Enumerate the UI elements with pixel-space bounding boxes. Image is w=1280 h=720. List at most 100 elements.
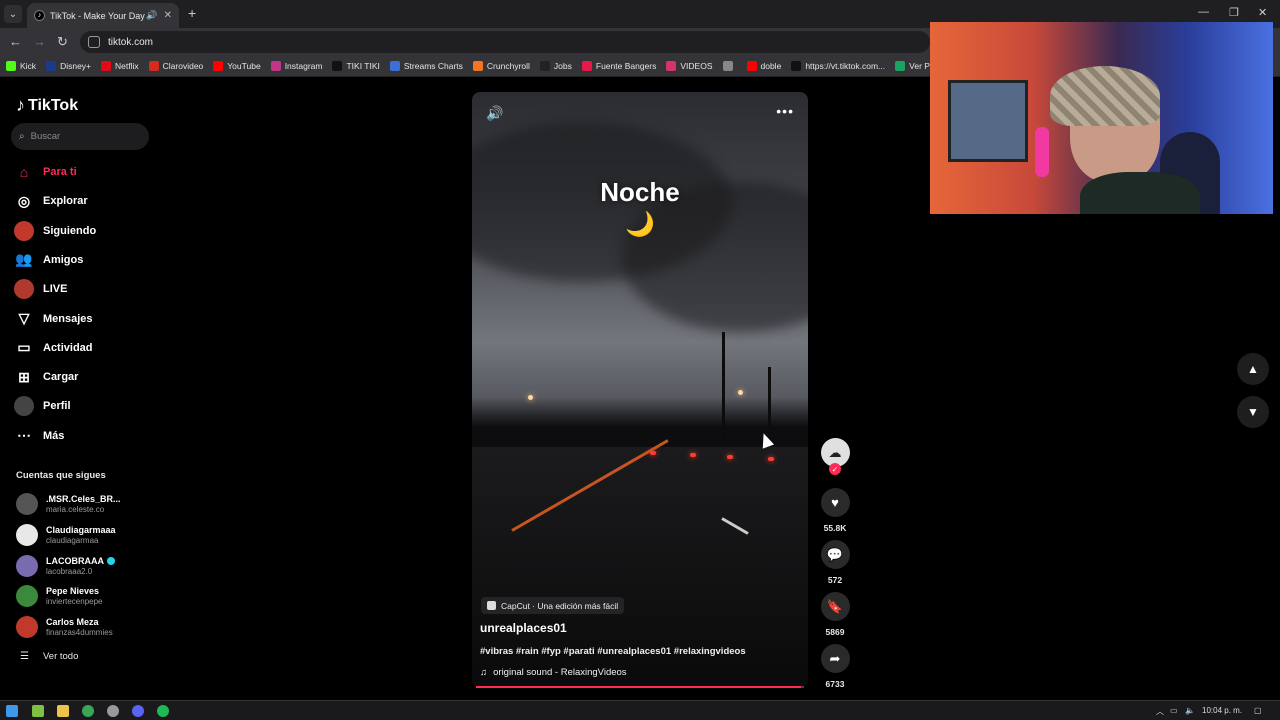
nav-item-explorar[interactable]: ◎ Explorar <box>14 190 88 212</box>
see-all-link[interactable]: ☰ Ver todo <box>20 651 78 662</box>
nav-item-mensajes[interactable]: ▽ Mensajes <box>14 308 93 330</box>
avatar <box>16 554 38 577</box>
chrome-icon[interactable] <box>82 705 94 717</box>
bookmark-favicon-icon <box>213 61 224 71</box>
address-text: tiktok.com <box>108 36 154 48</box>
lane-dash <box>721 517 749 535</box>
following-account[interactable]: .MSR.Celes_BR... maria.celeste.co <box>16 493 121 515</box>
following-account[interactable]: Claudiagarmaaa claudiagarmaa <box>16 523 116 546</box>
follow-check-icon[interactable]: ✓ <box>829 463 841 475</box>
previous-video-button[interactable]: ▲ <box>1237 353 1269 385</box>
nav-label: Siguiendo <box>43 224 97 237</box>
following-account[interactable]: Pepe Nieves inviertecenpepe <box>16 585 102 608</box>
bookmark-favicon-icon <box>101 61 112 71</box>
tiktok-logo[interactable]: ♪ TikTok <box>16 95 78 116</box>
comment-button[interactable]: 💬 572 <box>819 540 851 585</box>
nav-item-cargar[interactable]: ⊞ Cargar <box>14 366 78 388</box>
bookmark-item[interactable]: Netflix <box>101 61 139 71</box>
bookmark-item[interactable]: VIDEOS <box>666 61 713 71</box>
bookmark-item[interactable] <box>722 61 737 71</box>
bookmark-label: Instagram <box>284 61 323 71</box>
clock[interactable]: 10:04 p. m. <box>1202 706 1242 715</box>
nav-item-para-ti[interactable]: ⌂ Para ti <box>14 161 77 183</box>
new-tab-button[interactable]: + <box>188 5 196 21</box>
bookmark-label: Clarovideo <box>162 61 204 71</box>
bookmark-label: Crunchyroll <box>486 61 530 71</box>
account-name-text: Pepe Nieves <box>46 586 100 597</box>
app-icon[interactable] <box>32 705 44 717</box>
bookmark-label: Disney+ <box>60 61 92 71</box>
restore-icon[interactable]: ❐ <box>1229 6 1239 19</box>
nav-item-amigos[interactable]: 👥 Amigos <box>14 249 83 271</box>
file-explorer-icon[interactable] <box>57 705 69 717</box>
bookmark-item[interactable]: YouTube <box>213 61 261 71</box>
reload-icon[interactable]: ↻ <box>57 34 68 50</box>
like-button[interactable]: ♥ 55.8K <box>819 488 851 533</box>
bookmark-item[interactable]: Streams Charts <box>389 61 463 71</box>
tab-search-button[interactable]: ⌄ <box>4 5 22 23</box>
network-icon[interactable]: ▭ <box>1170 706 1178 715</box>
bookmark-item[interactable]: TIKI TIKI <box>332 61 380 71</box>
video-progress[interactable] <box>476 686 804 688</box>
bookmark-item[interactable]: doble <box>746 61 781 71</box>
site-info-icon[interactable] <box>88 36 100 48</box>
nav-label: Explorar <box>43 195 88 208</box>
video-sound[interactable]: ♫ original sound - RelaxingVideos <box>480 667 627 678</box>
bookmark-item[interactable]: Kick <box>6 61 36 71</box>
account-text: LACOBRAAA lacobraaa2.0 <box>46 556 115 576</box>
bookmark-item[interactable]: Instagram <box>270 61 323 71</box>
bookmark-item[interactable]: Crunchyroll <box>472 61 530 71</box>
video-description[interactable]: #vibras #rain #fyp #parati #unrealplaces… <box>480 646 746 657</box>
nav-item-live[interactable]: LIVE <box>14 278 67 300</box>
account-name-text: Claudiagarmaaa <box>46 524 116 535</box>
back-icon[interactable]: ← <box>9 34 22 49</box>
nav-item-perfil[interactable]: Perfil <box>14 395 71 417</box>
treeline <box>472 397 808 452</box>
bookmark-favicon-icon <box>581 61 592 71</box>
share-button[interactable]: ➦ 6733 <box>819 644 851 689</box>
app-icon[interactable] <box>107 705 119 717</box>
forward-icon[interactable]: → <box>33 34 46 49</box>
discord-icon[interactable] <box>132 705 144 717</box>
volume-tray-icon[interactable]: 🔈 <box>1185 706 1195 715</box>
minimize-icon[interactable]: — <box>1198 6 1209 18</box>
address-bar[interactable]: tiktok.com <box>80 31 930 53</box>
tray-chevron-icon[interactable]: ︿ <box>1156 706 1164 717</box>
bookmark-item[interactable]: Jobs <box>539 61 572 71</box>
nav-item-actividad[interactable]: ▭ Actividad <box>14 337 92 359</box>
nav-item-siguiendo[interactable]: Siguiendo <box>14 220 96 242</box>
avatar <box>14 279 34 300</box>
notifications-icon[interactable]: ▢ <box>1254 706 1262 715</box>
following-account[interactable]: Carlos Meza finanzas4dummies <box>16 616 113 639</box>
following-account[interactable]: LACOBRAAA lacobraaa2.0 <box>16 554 115 577</box>
save-button[interactable]: 🔖 5869 <box>819 592 851 637</box>
account-text: Pepe Nieves inviertecenpepe <box>46 586 102 606</box>
search-box[interactable]: ⌕ <box>11 123 149 150</box>
volume-icon[interactable]: 🔊 <box>486 105 503 122</box>
video-author[interactable]: unrealplaces01 <box>480 621 567 635</box>
next-video-button[interactable]: ▼ <box>1237 396 1269 428</box>
bookmark-icon: 🔖 <box>820 592 850 621</box>
bookmark-item[interactable]: Fuente Bangers <box>581 61 656 71</box>
close-window-icon[interactable]: ✕ <box>1258 6 1267 19</box>
account-name: Pepe Nieves <box>46 586 102 596</box>
bookmark-favicon-icon <box>746 61 757 71</box>
more-options-icon[interactable]: ••• <box>776 103 794 119</box>
moon-icon: 🌙 <box>625 211 655 238</box>
close-tab-icon[interactable]: ✕ <box>164 10 172 21</box>
capcut-link[interactable]: CapCut · Una edición más fácil <box>481 597 625 614</box>
bookmark-item[interactable]: Disney+ <box>46 61 91 71</box>
windows-start-icon[interactable] <box>6 705 18 717</box>
bookmark-item[interactable]: https://vt.tiktok.com... <box>791 61 885 71</box>
speaker-icon[interactable]: 🔊 <box>146 10 157 21</box>
account-name: Carlos Meza <box>46 617 113 627</box>
nav-item-más[interactable]: ⋯ Más <box>14 425 64 447</box>
spotify-icon[interactable] <box>157 705 169 717</box>
browser-tab[interactable]: ♪ TikTok - Make Your Day 🔊 ✕ <box>27 3 179 28</box>
account-handle: claudiagarmaa <box>46 535 99 545</box>
bookmark-label: TIKI TIKI <box>346 61 380 71</box>
search-input[interactable] <box>30 131 131 142</box>
bookmark-item[interactable]: Clarovideo <box>148 61 204 71</box>
live-avatar-icon <box>14 279 34 300</box>
bookmark-favicon-icon <box>46 61 57 71</box>
